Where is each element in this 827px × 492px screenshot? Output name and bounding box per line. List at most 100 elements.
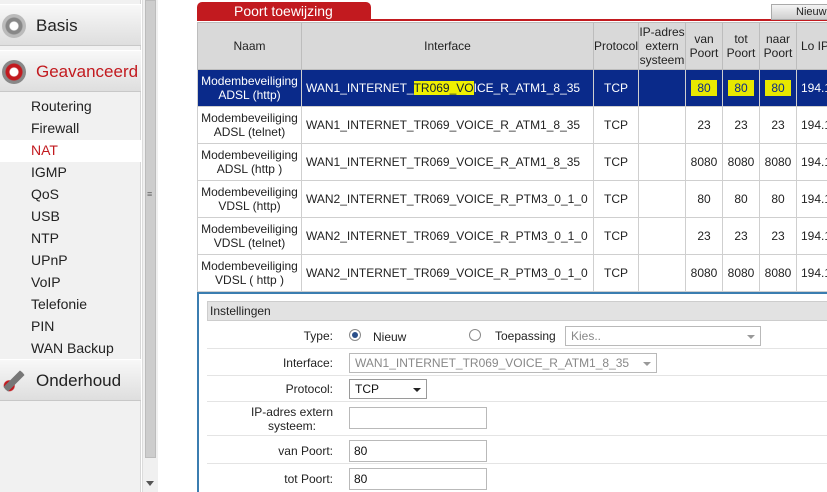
highlight-mark: 80 bbox=[765, 80, 791, 96]
highlight-mark: 80 bbox=[728, 80, 754, 96]
to-port-row: tot Poort: 80 bbox=[207, 464, 827, 492]
sidebar-item-routering[interactable]: Routering bbox=[0, 96, 141, 118]
cell-name: Modembeveiliging VDSL (telnet) bbox=[197, 217, 302, 255]
tab-bar: Poort toewijzing bbox=[197, 2, 827, 21]
table-row[interactable]: Modembeveiliging ADSL (http ) WAN1_INTER… bbox=[197, 143, 827, 181]
sidebar-section-basis[interactable]: Basis bbox=[0, 4, 141, 46]
page: Basis Geavanceerd Routering Firewall NAT… bbox=[0, 0, 827, 492]
table-header-row: Naam Interface Protocol IP-adres extern … bbox=[197, 22, 827, 70]
cell-ext-ip bbox=[638, 180, 686, 218]
cell-naar-poort: 8080 bbox=[759, 254, 797, 292]
column-header: Naam bbox=[197, 22, 302, 70]
sidebar-item-igmp[interactable]: IGMP bbox=[0, 162, 141, 184]
settings-title: Instellingen bbox=[207, 301, 827, 321]
sidebar-item-usb[interactable]: USB bbox=[0, 206, 141, 228]
to-port-label: tot Poort: bbox=[284, 472, 333, 486]
type-application-radio[interactable] bbox=[469, 329, 481, 341]
cell-tot-poort: 8080 bbox=[722, 143, 760, 181]
type-application-label: Toepassing bbox=[495, 329, 556, 343]
chevron-down-icon bbox=[413, 388, 421, 392]
column-header: tot Poort bbox=[722, 22, 760, 70]
cell-van-poort: 23 bbox=[685, 106, 723, 144]
cell-interface: WAN1_INTERNET_TR069_VOICE_R_ATM1_8_35 bbox=[301, 106, 594, 144]
cell-interface: WAN2_INTERNET_TR069_VOICE_R_PTM3_0_1_0 bbox=[301, 217, 594, 255]
application-select[interactable]: Kies.. bbox=[565, 326, 761, 346]
cell-naar-poort: 80 bbox=[759, 180, 797, 218]
table-row[interactable]: Modembeveiliging VDSL (http) WAN2_INTERN… bbox=[197, 180, 827, 218]
protocol-label: Protocol: bbox=[285, 382, 333, 396]
sidebar-item-telefonie[interactable]: Telefonie bbox=[0, 294, 141, 316]
cell-van-poort: 8080 bbox=[685, 254, 723, 292]
cell-local-ip: 194.1 bbox=[796, 69, 827, 107]
cell-interface: WAN2_INTERNET_TR069_VOICE_R_PTM3_0_1_0 bbox=[301, 254, 594, 292]
cell-tot-poort: 23 bbox=[722, 217, 760, 255]
cell-name: Modembeveiliging VDSL ( http ) bbox=[197, 254, 302, 292]
column-header: Protocol bbox=[593, 22, 639, 70]
cell-ext-ip bbox=[638, 254, 686, 292]
from-port-row: van Poort: 80 bbox=[207, 436, 827, 464]
cell-name: Modembeveiliging ADSL (http) bbox=[197, 69, 302, 107]
cell-local-ip: 194.1 bbox=[796, 106, 827, 144]
cell-local-ip: 194.1 bbox=[796, 180, 827, 218]
highlight-mark: 80 bbox=[691, 80, 717, 96]
table-row[interactable]: Modembeveiliging VDSL ( http ) WAN2_INTE… bbox=[197, 254, 827, 292]
protocol-select[interactable]: TCP bbox=[349, 379, 427, 399]
table-row[interactable]: Modembeveiliging ADSL (telnet) WAN1_INTE… bbox=[197, 106, 827, 144]
column-header: Lo IP- bbox=[796, 22, 827, 70]
to-port-input[interactable]: 80 bbox=[349, 468, 487, 490]
sidebar-item-wan-backup[interactable]: WAN Backup bbox=[0, 338, 141, 360]
external-ip-input[interactable] bbox=[349, 407, 487, 429]
tab-poort-toewijzing[interactable]: Poort toewijzing bbox=[197, 2, 371, 21]
sidebar-item-ntp[interactable]: NTP bbox=[0, 228, 141, 250]
column-header: Interface bbox=[301, 22, 594, 70]
cell-protocol: TCP bbox=[593, 143, 639, 181]
sidebar-scrollbar[interactable]: ≡ bbox=[142, 0, 158, 492]
scroll-down-icon[interactable] bbox=[146, 481, 154, 486]
port-mapping-table: Naam Interface Protocol IP-adres extern … bbox=[197, 22, 827, 292]
from-port-input[interactable]: 80 bbox=[349, 440, 487, 462]
cell-local-ip: 194.1 bbox=[796, 254, 827, 292]
cell-van-poort: 8080 bbox=[685, 143, 723, 181]
sidebar-submenu: Routering Firewall NAT IGMP QoS USB NTP … bbox=[0, 96, 141, 360]
sidebar-item-qos[interactable]: QoS bbox=[0, 184, 141, 206]
sidebar-item-firewall[interactable]: Firewall bbox=[0, 118, 141, 140]
sidebar-item-pin[interactable]: PIN bbox=[0, 316, 141, 338]
cell-tot-poort: 80 bbox=[722, 180, 760, 218]
sidebar-item-voip[interactable]: VoIP bbox=[0, 272, 141, 294]
sidebar-item-upnp[interactable]: UPnP bbox=[0, 250, 141, 272]
cell-naar-poort: 80 bbox=[759, 69, 797, 107]
external-ip-label: IP-adres extern systeem: bbox=[251, 405, 333, 433]
sidebar-item-nat[interactable]: NAT bbox=[0, 140, 141, 162]
column-header: IP-adres extern systeem bbox=[638, 22, 686, 70]
cell-name: Modembeveiliging ADSL (http ) bbox=[197, 143, 302, 181]
new-button[interactable]: Nieuw bbox=[771, 4, 827, 20]
iface-part: WAN1_INTERNET_ bbox=[306, 81, 414, 95]
sidebar-section-geavanceerd[interactable]: Geavanceerd bbox=[0, 50, 141, 92]
table-row[interactable]: Modembeveiliging VDSL (telnet) WAN2_INTE… bbox=[197, 217, 827, 255]
cell-name: Modembeveiliging ADSL (telnet) bbox=[197, 106, 302, 144]
application-select-value: Kies.. bbox=[571, 329, 602, 343]
interface-select-value: WAN1_INTERNET_TR069_VOICE_R_ATM1_8_35 bbox=[355, 356, 630, 370]
chevron-down-icon bbox=[643, 362, 651, 366]
iface-part: ICE_R_ATM1_8_35 bbox=[473, 81, 581, 95]
cell-ext-ip bbox=[638, 217, 686, 255]
cell-naar-poort: 23 bbox=[759, 217, 797, 255]
cell-van-poort: 23 bbox=[685, 217, 723, 255]
type-new-radio[interactable] bbox=[349, 329, 361, 341]
type-new-label: Nieuw bbox=[373, 330, 407, 344]
cell-naar-poort: 23 bbox=[759, 106, 797, 144]
interface-select[interactable]: WAN1_INTERNET_TR069_VOICE_R_ATM1_8_35 bbox=[349, 353, 657, 373]
gears-icon bbox=[2, 60, 26, 84]
scrollbar-thumb[interactable] bbox=[145, 0, 156, 458]
cell-protocol: TCP bbox=[593, 106, 639, 144]
cell-van-poort: 80 bbox=[685, 180, 723, 218]
external-ip-label-line: systeem: bbox=[267, 419, 316, 433]
type-row: Type: Nieuw Toepassing Kies.. bbox=[207, 322, 827, 349]
sidebar-section-onderhoud[interactable]: Onderhoud bbox=[0, 359, 141, 401]
table-row-selected[interactable]: Modembeveiliging ADSL (http) WAN1_INTERN… bbox=[197, 69, 827, 107]
cell-tot-poort: 23 bbox=[722, 106, 760, 144]
cell-ext-ip bbox=[638, 69, 686, 107]
cell-protocol: TCP bbox=[593, 254, 639, 292]
cell-interface: WAN2_INTERNET_TR069_VOICE_R_PTM3_0_1_0 bbox=[301, 180, 594, 218]
cell-van-poort: 80 bbox=[685, 69, 723, 107]
